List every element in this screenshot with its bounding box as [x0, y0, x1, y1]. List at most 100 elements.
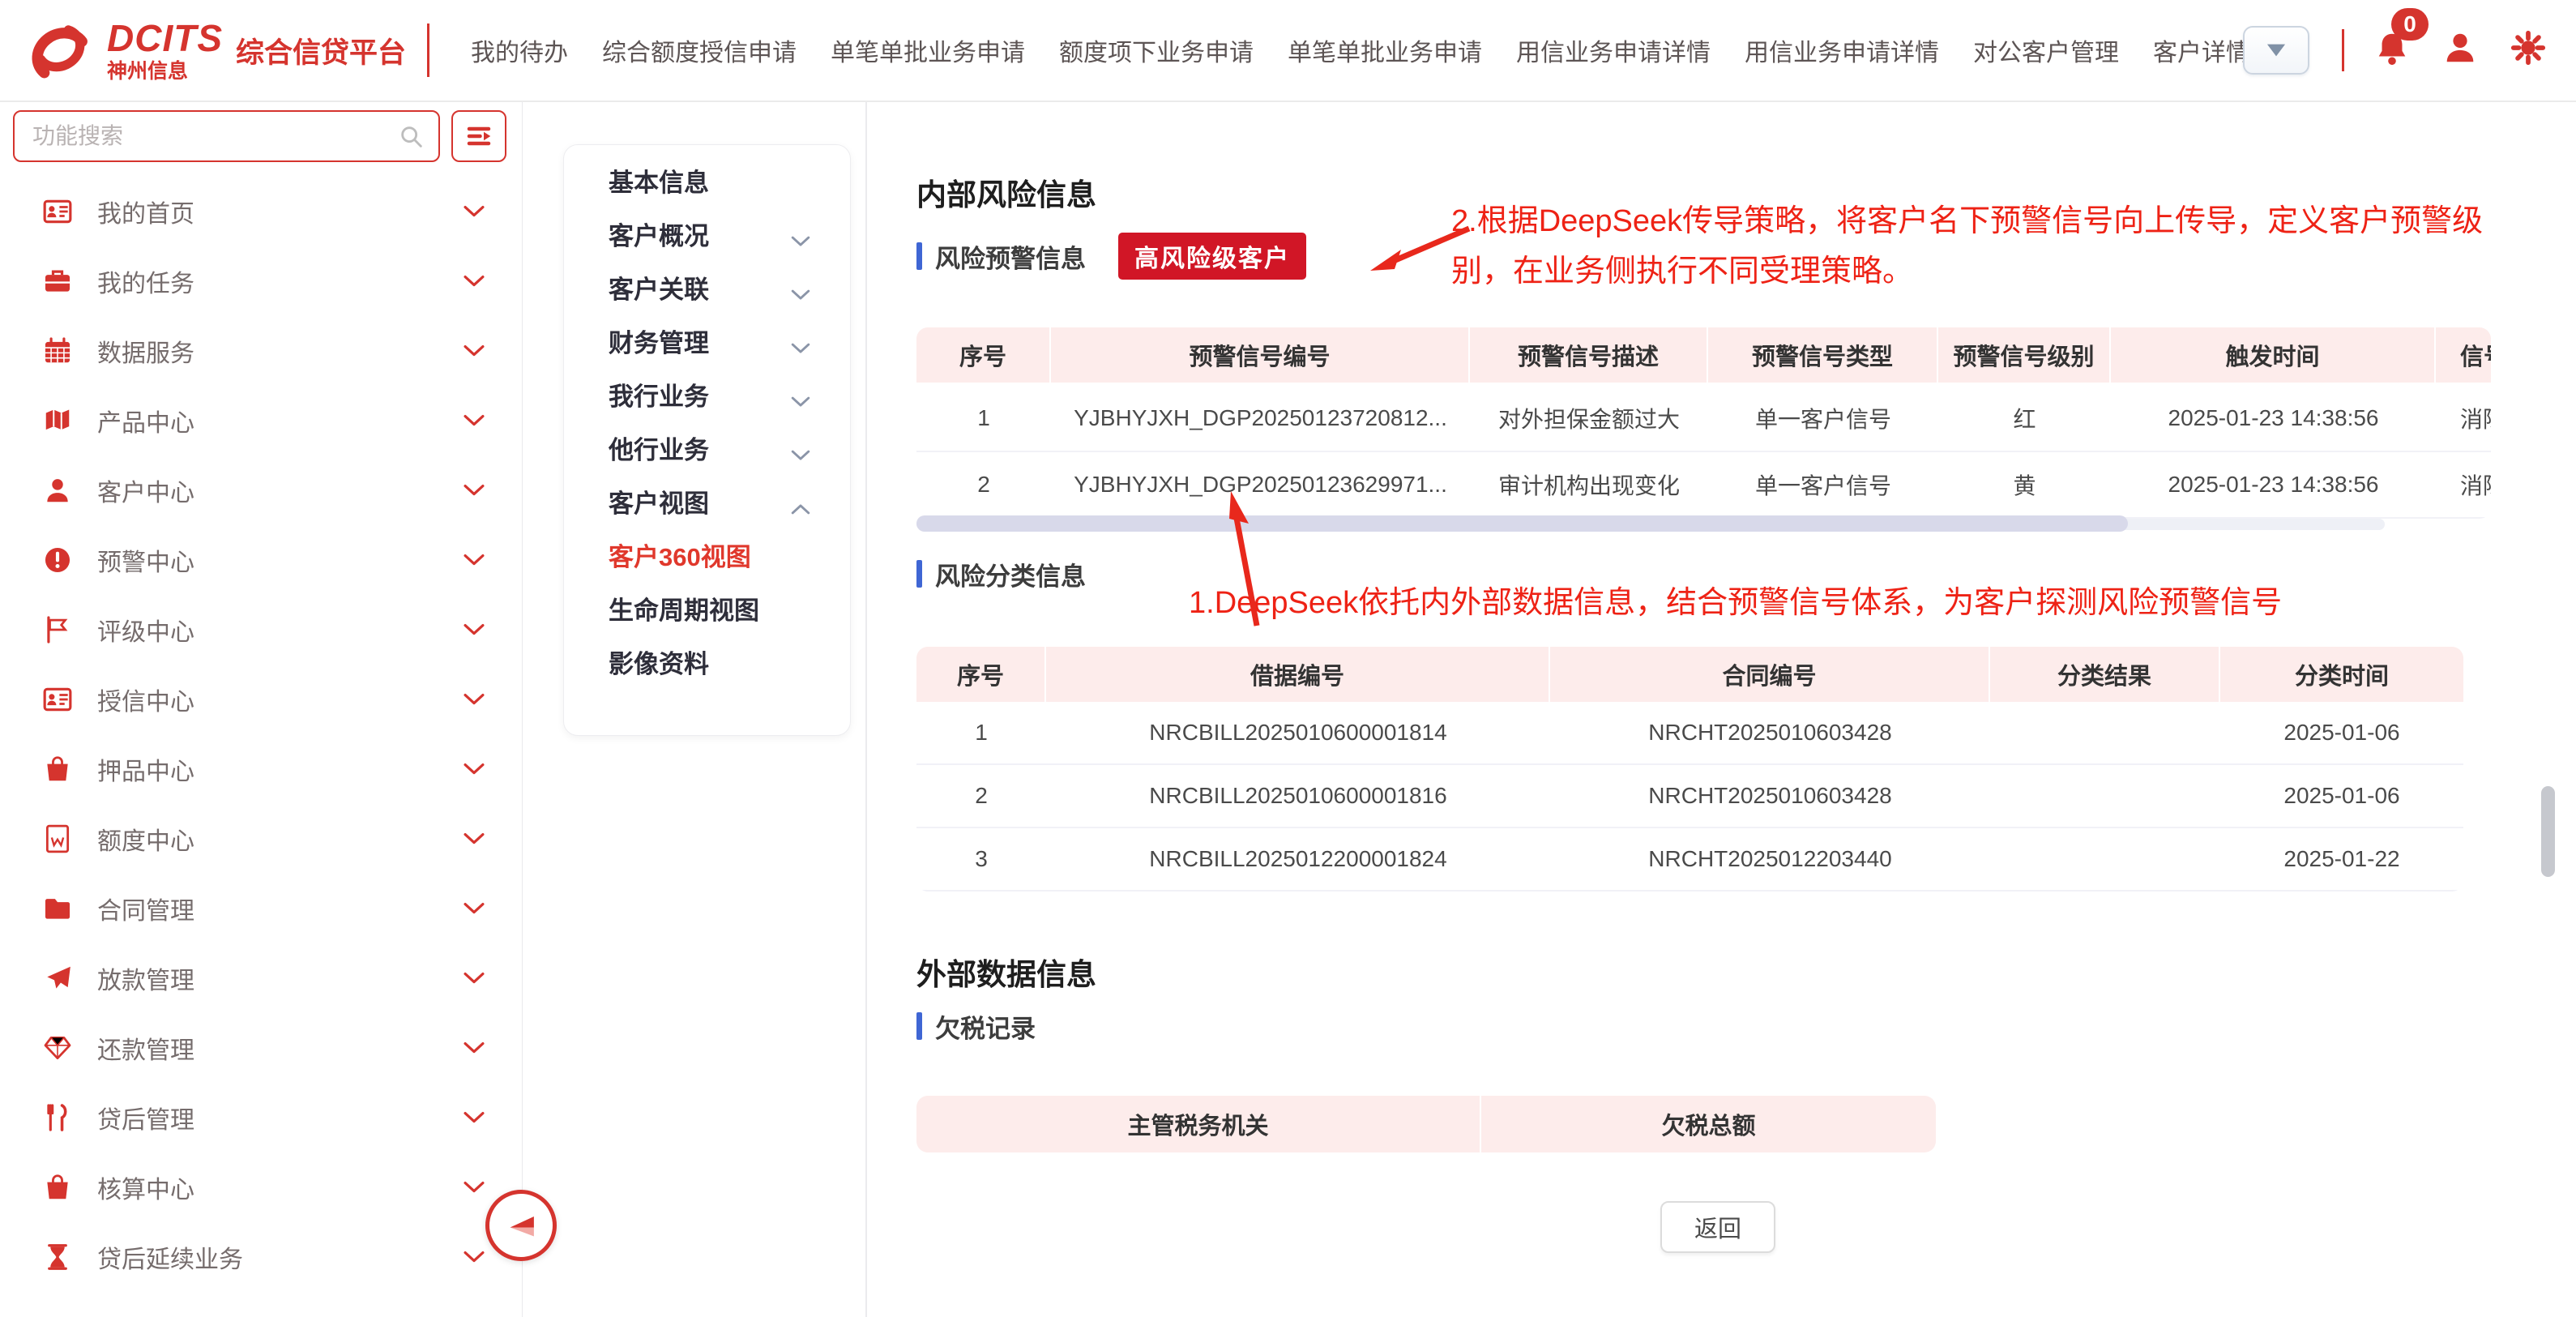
table-row[interactable]: 2YJBHYJXH_DGP20250123629971...审计机构出现变化单一…	[916, 452, 2491, 519]
table-row[interactable]: 1NRCBILL2025010600001814NRCHT20250106034…	[916, 702, 2463, 765]
sidebar-item-8[interactable]: 押品中心	[0, 734, 522, 804]
sidebar-item-2[interactable]: 数据服务	[0, 316, 522, 386]
logo-brand: DCITS	[107, 19, 223, 57]
chevron-down-icon	[789, 440, 812, 455]
main-content: 内部风险信息 风险预警信息 高风险级客户 2.根据DeepSeek传导策略，将客…	[884, 102, 2576, 1317]
profile-button[interactable]	[2441, 29, 2484, 71]
tab-5[interactable]: 用信业务申请详情	[1516, 32, 1711, 68]
column-header: 序号	[916, 647, 1046, 702]
submenu-item-5[interactable]: 他行业务	[564, 421, 850, 474]
sidebar-item-4[interactable]: 客户中心	[0, 455, 522, 525]
sidebar-item-0[interactable]: 我的首页	[0, 177, 522, 246]
sidebar-item-9[interactable]: 额度中心	[0, 804, 522, 874]
tab-7[interactable]: 对公客户管理	[1973, 32, 2119, 68]
tabs-dropdown-button[interactable]	[2243, 26, 2309, 75]
submenu-item-2[interactable]: 客户关联	[564, 260, 850, 314]
sidebar-item-3[interactable]: 产品中心	[0, 386, 522, 455]
sidebar-item-13[interactable]: 贷后管理	[0, 1083, 522, 1152]
chevron-down-icon	[462, 1249, 486, 1265]
submenu-item-label: 财务管理	[609, 323, 709, 359]
column-header: 触发时间	[2111, 327, 2436, 383]
submenu-item-9[interactable]: 影像资料	[564, 635, 850, 688]
id-card-icon	[42, 683, 75, 716]
table-row[interactable]: 2NRCBILL2025010600001816NRCHT20250106034…	[916, 765, 2463, 828]
content-divider	[865, 102, 867, 1317]
submenu-item-label: 客户关联	[609, 269, 709, 306]
cell: 2025-01-06	[2220, 702, 2463, 763]
cell: 对外担保金额过大	[1470, 386, 1708, 451]
search-input[interactable]	[32, 123, 389, 149]
submenu-item-label: 他行业务	[609, 430, 709, 466]
submenu-item-label: 我行业务	[609, 376, 709, 413]
sidebar-item-label: 客户中心	[97, 472, 194, 508]
settings-button[interactable]	[2510, 29, 2552, 71]
tab-4[interactable]: 单笔单批业务申请	[1288, 32, 1482, 68]
map-icon	[42, 404, 75, 437]
back-button[interactable]: 返回	[1660, 1201, 1775, 1253]
user-icon	[42, 474, 75, 507]
sidebar-item-label: 押品中心	[97, 751, 194, 787]
sidebar-menu-button[interactable]	[451, 110, 506, 162]
submenu-item-3[interactable]: 财务管理	[564, 314, 850, 367]
horizontal-scrollbar-thumb[interactable]	[916, 515, 2128, 532]
sidebar-item-12[interactable]: 还款管理	[0, 1013, 522, 1083]
tab-1[interactable]: 综合额度授信申请	[602, 32, 797, 68]
risk-class-section-title: 风险分类信息	[935, 556, 1086, 592]
submenu-item-7[interactable]: 客户360视图	[564, 528, 850, 581]
notification-count-badge: 0	[2391, 8, 2429, 41]
cell: 2	[916, 765, 1046, 827]
calendar-icon	[42, 335, 75, 367]
tab-8[interactable]: 客户详情	[2153, 32, 2243, 68]
chevron-up-icon	[789, 494, 812, 508]
sidebar-item-15[interactable]: 贷后延续业务	[0, 1222, 522, 1292]
tab-3[interactable]: 额度项下业务申请	[1059, 32, 1254, 68]
submenu-item-8[interactable]: 生命周期视图	[564, 581, 850, 635]
cell	[1990, 702, 2220, 763]
submenu-item-4[interactable]: 我行业务	[564, 367, 850, 421]
submenu-item-label: 客户360视图	[609, 537, 751, 573]
notifications-button[interactable]: 0	[2373, 29, 2416, 71]
cell	[1990, 765, 2220, 827]
cell: 2025-01-06	[2220, 765, 2463, 827]
cell: 消除	[2436, 386, 2491, 451]
menu-icon	[464, 122, 493, 151]
sidebar-item-7[interactable]: 授信中心	[0, 665, 522, 734]
tab-6[interactable]: 用信业务申请详情	[1745, 32, 1939, 68]
tab-2[interactable]: 单笔单批业务申请	[831, 32, 1025, 68]
annotation-arrow-to-table	[1215, 486, 1279, 635]
sidebar-item-6[interactable]: 评级中心	[0, 595, 522, 665]
sidebar-collapse-button[interactable]	[485, 1190, 557, 1261]
submenu-item-1[interactable]: 客户概况	[564, 207, 850, 260]
sidebar-item-11[interactable]: 放款管理	[0, 943, 522, 1013]
column-header: 预警信号编号	[1051, 327, 1470, 383]
tab-0[interactable]: 我的待办	[471, 32, 568, 68]
table-t2: 序号借据编号合同编号分类结果分类时间1NRCBILL20250106000018…	[916, 647, 2463, 892]
logo-text-block: DCITS 神州信息	[107, 19, 223, 82]
sidebar-item-label: 放款管理	[97, 960, 194, 996]
sidebar-item-14[interactable]: 核算中心	[0, 1152, 522, 1222]
bag-icon	[42, 753, 75, 785]
function-search-box[interactable]	[13, 110, 440, 162]
table-row[interactable]: 1YJBHYJXH_DGP20250123720812...对外担保金额过大单一…	[916, 386, 2491, 452]
column-header: 分类结果	[1990, 647, 2220, 702]
sidebar-item-1[interactable]: 我的任务	[0, 246, 522, 316]
section-bar	[916, 560, 922, 588]
cell: 2	[916, 452, 1051, 517]
vertical-scrollbar-thumb[interactable]	[2541, 786, 2555, 877]
sidebar-item-5[interactable]: 预警中心	[0, 525, 522, 595]
submenu-item-label: 基本信息	[609, 162, 709, 199]
triangle-down-icon	[2264, 41, 2288, 60]
submenu-item-6[interactable]: 客户视图	[564, 474, 850, 528]
column-header: 借据编号	[1046, 647, 1550, 702]
annotation-transmission-strategy: 2.根据DeepSeek传导策略，将客户名下预警信号向上传导，定义客户预警级别，…	[1451, 196, 2521, 297]
sidebar-item-label: 我的首页	[97, 194, 194, 229]
submenu-item-0[interactable]: 基本信息	[564, 153, 850, 207]
table-row[interactable]: 3NRCBILL2025012200001824NRCHT20250122034…	[916, 828, 2463, 892]
chevron-down-icon	[462, 552, 486, 568]
cell: 2025-01-23 14:38:56	[2111, 386, 2436, 451]
sidebar-item-label: 贷后延续业务	[97, 1239, 243, 1275]
tax-arrears-table: 主管税务机关欠税总额	[916, 1096, 1936, 1152]
sidebar-item-10[interactable]: 合同管理	[0, 874, 522, 943]
chevron-down-icon	[462, 1179, 486, 1195]
column-header: 预警信号类型	[1708, 327, 1938, 383]
